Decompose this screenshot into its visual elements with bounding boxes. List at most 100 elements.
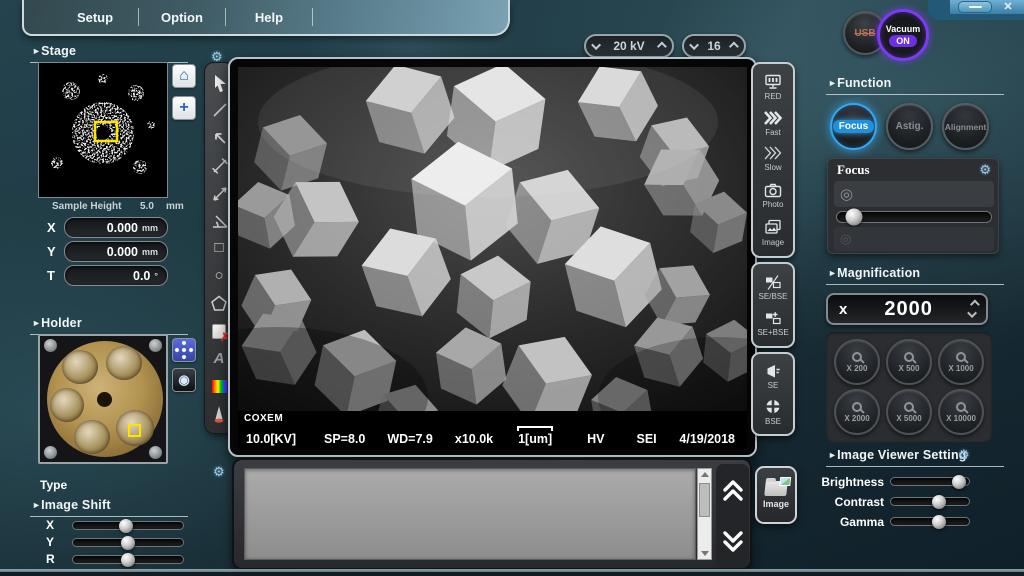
contrast-slider[interactable] — [890, 497, 970, 506]
viewer-auto-gear-icon[interactable]: ⚙ — [958, 447, 970, 463]
scan-mode-rail: RED Fast Slow Photo Image — [751, 62, 795, 258]
gamma-slider[interactable] — [890, 517, 970, 526]
holder-camera-view[interactable] — [38, 334, 168, 464]
sample-height-label: Sample Height — [52, 201, 121, 212]
image-shift-x-slider[interactable] — [72, 521, 184, 530]
se-detector-button[interactable]: SE — [763, 362, 783, 390]
magnification-presets-panel: X 200 X 500 X 1000 X 2000 X 5000 X 10000 — [826, 332, 992, 442]
sem-control-app: Setup Option Help ✕ USB Vacuum ON Stage — [0, 0, 1024, 576]
preset-x200-button[interactable]: X 200 — [834, 339, 880, 385]
image-shift-r-slider[interactable] — [72, 555, 184, 564]
scroll-up-arrow-icon[interactable] — [701, 472, 709, 477]
slow-chevrons-icon — [762, 145, 784, 162]
se-bse-label: SE/BSE — [759, 292, 788, 301]
spot-increase-icon[interactable] — [729, 41, 739, 51]
image-shift-y-knob[interactable] — [121, 536, 135, 550]
focus-slider-knob[interactable] — [845, 209, 862, 226]
holder-camera-mode-button[interactable]: ◉ — [172, 368, 196, 392]
status-date: 4/19/2018 — [679, 432, 735, 446]
stage-home-button[interactable]: ⌂ — [172, 64, 196, 88]
preset-x5000-button[interactable]: X 5000 — [886, 389, 932, 435]
magnification-value: 2000 — [847, 298, 970, 321]
page-down-button[interactable] — [720, 530, 746, 554]
close-button[interactable]: ✕ — [998, 0, 1018, 14]
scroll-down-arrow-icon[interactable] — [701, 551, 709, 556]
stage-zoom-in-button[interactable]: + — [172, 96, 196, 120]
thumbnail-gallery-panel — [232, 458, 752, 570]
stage-navigation-map[interactable] — [38, 62, 168, 198]
fast-scan-button[interactable]: Fast — [762, 110, 784, 137]
sample-stub — [50, 388, 84, 422]
gallery-settings-gear-icon[interactable]: ⚙ — [213, 464, 225, 480]
red-scan-button[interactable]: RED — [763, 73, 783, 101]
preset-x500-button[interactable]: X 500 — [886, 339, 932, 385]
slow-scan-button[interactable]: Slow — [762, 145, 784, 172]
se-plus-bse-button[interactable]: SE+BSE — [757, 309, 788, 337]
contrast-knob[interactable] — [932, 495, 946, 509]
vacuum-label: Vacuum — [886, 24, 921, 34]
menu-item-setup[interactable]: Setup — [52, 10, 138, 25]
stage-y-field[interactable]: 0.000 mm — [64, 241, 168, 262]
bottom-edge — [0, 572, 1024, 576]
coarse-focus-row[interactable]: ◎ — [834, 181, 994, 207]
magnification-prefix: x — [839, 301, 847, 318]
image-shift-y-label: Y — [46, 535, 54, 549]
holder-map-mode-button[interactable]: · — [172, 338, 196, 362]
se-plus-bse-icon — [763, 309, 783, 327]
alignment-function-button[interactable]: Alignment — [942, 103, 989, 150]
scale-marker: 1[um] — [517, 426, 553, 446]
double-arrow-icon — [209, 183, 229, 203]
voltage-decrease-icon[interactable] — [591, 40, 601, 50]
note-delete-icon: ✗ — [212, 324, 226, 339]
angle-icon — [209, 210, 229, 230]
status-spot: SP=8.0 — [324, 432, 365, 446]
spot-decrease-icon[interactable] — [689, 40, 699, 50]
photo-capture-button[interactable]: Photo — [763, 181, 784, 209]
image-save-button[interactable]: Image — [762, 218, 784, 247]
focus-panel-title: Focus — [837, 162, 870, 178]
stage-x-field[interactable]: 0.000 mm — [64, 217, 168, 238]
image-shift-r-knob[interactable] — [121, 553, 135, 567]
spot-size-spinner[interactable]: 16 — [682, 34, 746, 58]
fast-chevrons-icon — [762, 110, 784, 127]
open-image-folder-button[interactable]: Image — [755, 466, 797, 524]
se-bse-split-button[interactable]: SE/BSE — [759, 273, 788, 301]
vacuum-on-button[interactable]: Vacuum ON — [877, 9, 929, 61]
magnifier-icon — [904, 352, 914, 362]
folder-image-icon — [764, 481, 788, 496]
stage-section-header: Stage — [30, 44, 188, 63]
gallery-scrollbar[interactable] — [697, 468, 712, 560]
focus-slider[interactable] — [836, 211, 992, 223]
thumbnail-strip[interactable] — [244, 468, 696, 560]
preset-x2000-button[interactable]: X 2000 — [834, 389, 880, 435]
status-detector: SEI — [636, 432, 656, 446]
magnification-value-box[interactable]: x 2000 — [826, 293, 988, 325]
voltage-increase-icon[interactable] — [657, 41, 667, 51]
menu-item-help[interactable]: Help — [226, 10, 312, 25]
image-shift-y-slider[interactable] — [72, 538, 184, 547]
preset-x10000-button[interactable]: X 10000 — [938, 389, 984, 435]
stage-t-field[interactable]: 0.0 ° — [64, 265, 168, 286]
gamma-knob[interactable] — [932, 515, 946, 529]
focus-auto-gear-icon[interactable]: ⚙ — [979, 162, 991, 178]
minimize-button[interactable] — [958, 1, 992, 13]
astig-function-button[interactable]: Astig. — [886, 103, 933, 150]
focus-function-button[interactable]: Focus — [830, 103, 877, 150]
menu-item-option[interactable]: Option — [139, 10, 225, 25]
sample-stub — [62, 350, 98, 384]
fine-focus-row[interactable]: ◎ — [834, 227, 994, 251]
image-button-label: Image — [763, 499, 789, 509]
image-shift-x-label: X — [46, 518, 54, 532]
preset-x1000-button[interactable]: X 1000 — [938, 339, 984, 385]
status-vacuum-mode: HV — [587, 432, 604, 446]
brightness-knob[interactable] — [952, 475, 966, 489]
brightness-slider[interactable] — [890, 477, 970, 486]
bse-detector-button[interactable]: BSE — [763, 397, 783, 426]
image-shift-x-knob[interactable] — [119, 519, 133, 533]
se-label: SE — [768, 381, 779, 390]
sem-live-image[interactable] — [238, 67, 747, 411]
ellipse-icon: ○ — [214, 267, 223, 284]
page-up-button[interactable] — [720, 478, 746, 502]
voltage-spinner[interactable]: 20 kV — [584, 34, 674, 58]
scrollbar-thumb[interactable] — [699, 483, 710, 517]
